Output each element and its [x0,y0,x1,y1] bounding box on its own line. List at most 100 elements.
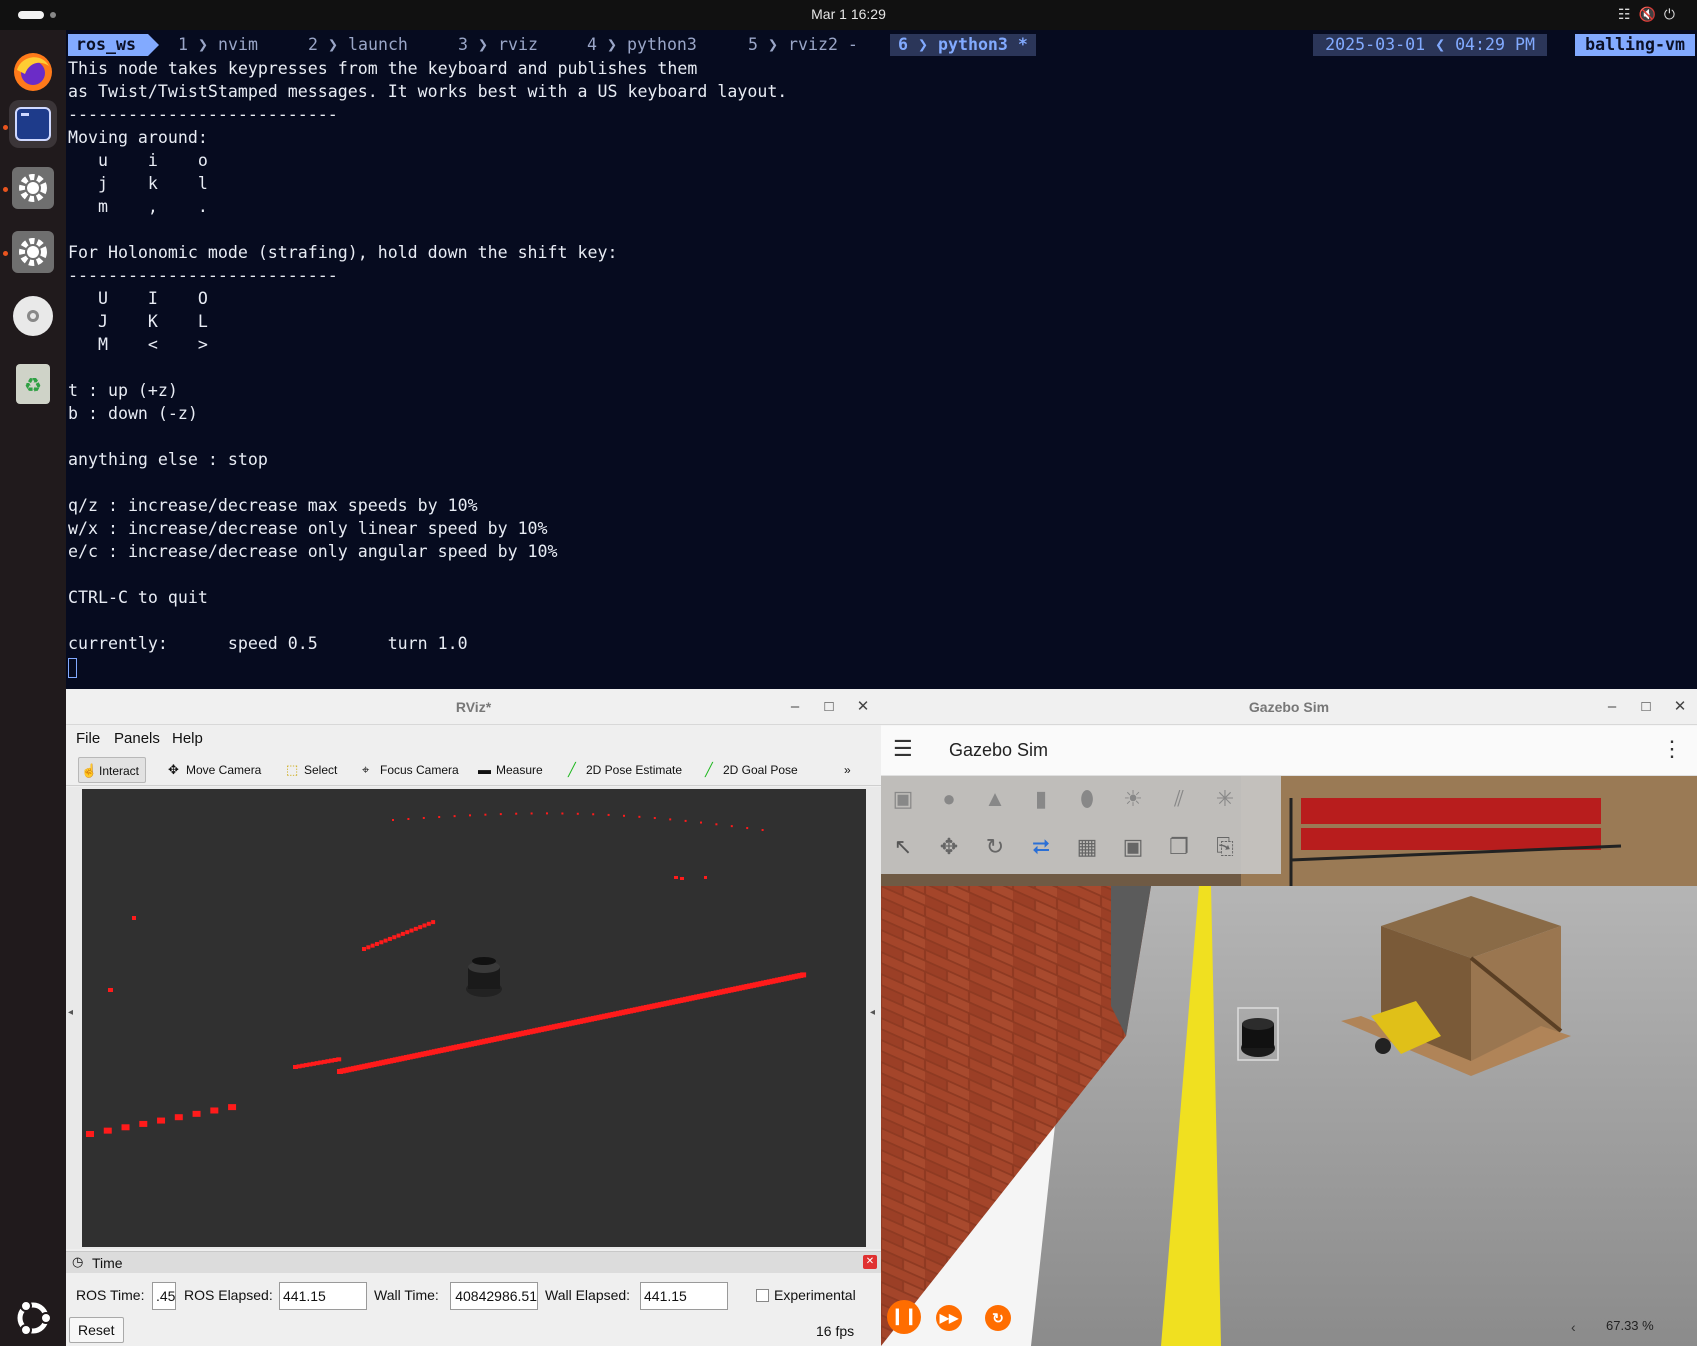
scan-point [530,812,533,815]
laser-scan [86,812,807,1137]
minimize-button[interactable]: – [1599,689,1625,725]
tab-name: rviz2 - [787,35,858,54]
terminal-line: --------------------------- [68,266,338,285]
wall-time-label: Wall Time: [374,1287,439,1303]
ros-time-field[interactable]: .45 [152,1282,176,1310]
system-tray[interactable]: ☷🔇⏻ [1618,6,1683,23]
close-button[interactable]: ✕ [850,689,876,725]
reset-simulation-button[interactable]: ↻ [985,1305,1011,1331]
experimental-checkbox[interactable] [756,1289,769,1302]
tmux-hostname: balling-vm [1575,34,1695,56]
collapse-right-icon[interactable]: ◂ [870,1007,875,1018]
scan-point [761,829,764,832]
volume-icon[interactable]: 🔇 [1638,6,1663,22]
terminal-window[interactable]: ros_ws 1 ❯ nvim 2 ❯ launch 3 ❯ rviz 4 ❯ … [66,30,1697,689]
cone-shape-icon[interactable]: ▲ [980,784,1010,814]
collapse-left-icon[interactable]: ◂ [68,1007,73,1018]
settings-icon[interactable] [9,228,57,276]
network-icon[interactable]: ☷ [1618,6,1639,22]
wall-elapsed-field[interactable]: 441.15 [640,1282,728,1310]
screenshot-camera-icon[interactable]: ▣ [1118,832,1148,862]
terminal-line: Moving around: [68,128,208,147]
directional-light-icon[interactable]: ⫽ [1164,784,1194,814]
terminal-prompt-line[interactable] [68,655,787,678]
copy-icon[interactable]: ❐ [1164,832,1194,862]
scan-point [422,816,425,819]
wall-time-field[interactable]: 40842986.51 [450,1282,538,1310]
tab-name: launch [347,35,408,54]
pose-estimate-tool[interactable]: ╱ 2D Pose Estimate [566,757,682,783]
gazebo-app-title: Gazebo Sim [949,740,1049,760]
grid-icon[interactable]: ▦ [1072,832,1102,862]
close-panel-button[interactable]: ✕ [863,1255,877,1269]
scan-point [576,812,579,815]
measure-tool[interactable]: ▬ Measure [476,757,543,783]
interact-tool[interactable]: ☝ Interact [78,757,147,783]
minimize-button[interactable]: – [782,689,808,725]
gazebo-header: ☰ Gazebo Sim ⋮ [881,726,1697,776]
terminal-line: anything else : stop [68,450,268,469]
scan-point [746,827,749,830]
translate-mode-icon[interactable]: ✥ [934,832,964,862]
tmux-tab-4[interactable]: 4 ❯ python3 [587,34,697,56]
menu-help[interactable]: Help [172,730,203,747]
terminal-cursor [68,657,77,678]
power-icon[interactable]: ⏻ [1664,6,1683,22]
menu-file[interactable]: File [76,730,100,747]
maximize-button[interactable]: □ [816,689,842,725]
tab-name: python3 [626,35,697,54]
capsule-shape-icon[interactable]: ⬮ [1072,784,1102,814]
optical-disc-icon[interactable] [9,292,57,340]
pause-button[interactable]: ❙❙ [887,1300,921,1334]
terminal-output[interactable]: This node takes keypresses from the keyb… [68,57,787,678]
terminal-icon[interactable] [9,100,57,148]
scan-point [546,812,548,815]
tmux-tab-2[interactable]: 2 ❯ launch [308,34,408,56]
close-button[interactable]: ✕ [1667,689,1693,725]
scan-point [409,928,414,933]
toolbar-overflow-icon[interactable]: » [844,757,851,783]
spot-light-icon[interactable]: ✳ [1210,784,1240,814]
firefox-icon[interactable] [9,48,57,96]
select-mode-icon[interactable]: ↖ [888,832,918,862]
tab-name: python3 * [937,35,1028,54]
menu-panels[interactable]: Panels [114,730,160,747]
move-camera-tool[interactable]: ✥ Move Camera [166,757,261,783]
reset-button[interactable]: Reset [69,1317,124,1343]
focus-camera-tool[interactable]: ⌖ Focus Camera [360,757,459,783]
more-options-icon[interactable]: ⋮ [1661,736,1683,762]
rotate-mode-icon[interactable]: ↻ [980,832,1010,862]
ubuntu-icon[interactable] [9,1294,57,1342]
tmux-tab-5[interactable]: 5 ❯ rviz2 - [748,34,858,56]
stats-collapse-icon[interactable]: ‹ [1571,1319,1576,1335]
ros-time-label: ROS Time: [76,1287,145,1303]
paste-icon[interactable]: ⎘ [1210,832,1240,862]
sphere-shape-icon[interactable]: ● [934,784,964,814]
scan-point [704,876,707,879]
trash-icon[interactable]: ♻ [9,360,57,408]
fast-forward-button[interactable]: ▶▶ [936,1305,962,1331]
point-light-icon[interactable]: ☀ [1118,784,1148,814]
terminal-line: as Twist/TwistStamped messages. It works… [68,82,788,101]
ros-elapsed-field[interactable]: 441.15 [279,1282,367,1310]
terminal-line: b : down (-z) [68,404,198,423]
rviz-title-bar[interactable]: RViz* [66,689,881,725]
settings-icon[interactable] [9,164,57,212]
maximize-button[interactable]: □ [1633,689,1659,725]
tmux-tab-6-active[interactable]: 6 ❯ python3 * [890,34,1036,56]
scan-point [800,972,807,978]
scan-point [418,925,423,930]
hamburger-menu-icon[interactable]: ☰ [893,736,913,762]
tmux-tab-1[interactable]: 1 ❯ nvim [178,34,258,56]
goal-pose-tool[interactable]: ╱ 2D Goal Pose [703,757,798,783]
gazebo-title-bar[interactable]: Gazebo Sim [881,689,1697,725]
select-icon: ⬚ [286,762,299,777]
clock[interactable]: Mar 1 16:29 [0,6,1697,22]
cylinder-shape-icon[interactable]: ▮ [1026,784,1056,814]
3d-view[interactable] [82,789,866,1247]
tmux-tab-3[interactable]: 3 ❯ rviz [458,34,538,56]
transform-control-icon[interactable]: ⮂ [1026,832,1056,862]
select-tool[interactable]: ⬚ Select [284,757,337,783]
box-shape-icon[interactable]: ▣ [888,784,918,814]
